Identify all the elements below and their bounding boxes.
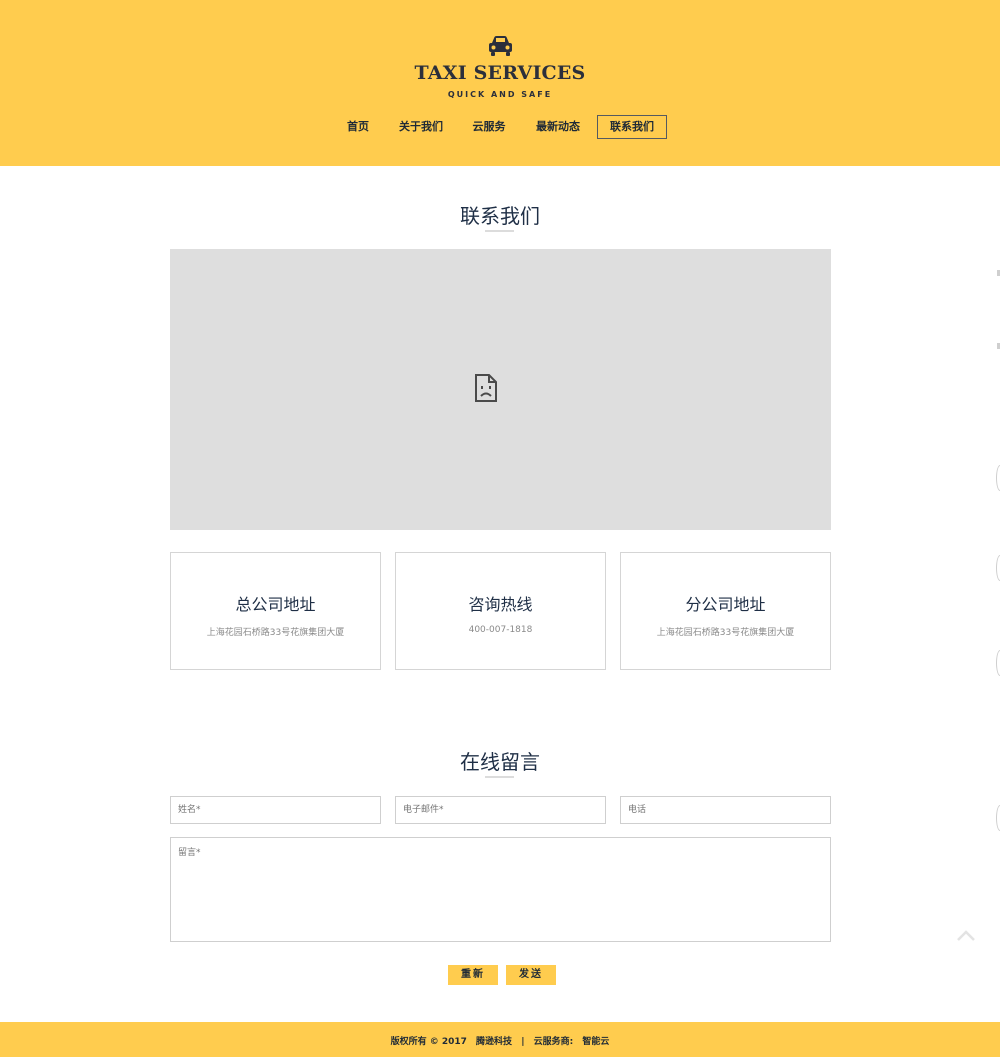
message-field[interactable] (170, 837, 831, 942)
phone-field[interactable] (620, 796, 831, 824)
nav-item-home[interactable]: 首页 (340, 115, 376, 139)
edge-decoration (996, 805, 1000, 831)
info-box-title: 咨询热线 (468, 595, 533, 614)
nav-item-news[interactable]: 最新动态 (531, 115, 585, 139)
edge-decoration (996, 555, 1000, 581)
main-nav: 首页 关于我们 云服务 最新动态 联系我们 (0, 115, 1000, 139)
info-box-hotline: 咨询热线 400-007-1818 (395, 552, 606, 670)
contact-section-title: 联系我们 (460, 204, 540, 228)
nav-item-cloud-service[interactable]: 云服务 (468, 115, 510, 139)
info-box-title: 总公司地址 (235, 595, 316, 614)
info-box-title: 分公司地址 (685, 595, 766, 614)
nav-item-about[interactable]: 关于我们 (395, 115, 447, 139)
edge-decoration (996, 650, 1000, 676)
edge-decoration (996, 465, 1000, 491)
site-title[interactable]: TAXI SERVICES (0, 62, 1000, 84)
footer-separator: | (521, 1037, 525, 1047)
info-box-text: 400-007-1818 (468, 625, 533, 635)
site-header: TAXI SERVICES QUICK AND SAFE 首页 关于我们 云服务… (0, 0, 1000, 166)
send-button[interactable]: 发送 (506, 965, 556, 985)
footer-provider[interactable]: 智能云 (582, 1037, 609, 1047)
map-frame[interactable] (170, 249, 831, 530)
footer-provider-label: 云服务商: (533, 1037, 574, 1047)
info-box-branch: 分公司地址 上海花园石桥路33号花旗集团大厦 (620, 552, 831, 670)
broken-image-icon (475, 374, 497, 402)
footer-company[interactable]: 腾逊科技 (476, 1037, 512, 1047)
message-section-title: 在线留言 (460, 750, 540, 774)
chevron-up-icon[interactable] (956, 928, 976, 942)
name-field[interactable] (170, 796, 381, 824)
footer-text: 版权所有 © 2017 腾逊科技 | 云服务商: 智能云 (0, 1034, 1000, 1047)
site-footer: 版权所有 © 2017 腾逊科技 | 云服务商: 智能云 (0, 1022, 1000, 1057)
info-box-headquarters: 总公司地址 上海花园石桥路33号花旗集团大厦 (170, 552, 381, 670)
email-field[interactable] (395, 796, 606, 824)
info-box-text: 上海花园石桥路33号花旗集团大厦 (206, 628, 345, 638)
site-tagline: QUICK AND SAFE (447, 90, 553, 99)
title-divider (485, 230, 514, 232)
title-divider (485, 776, 514, 778)
nav-item-contact[interactable]: 联系我们 (597, 115, 667, 139)
reset-button[interactable]: 重新 (448, 965, 498, 985)
info-box-text: 上海花园石桥路33号花旗集团大厦 (656, 628, 795, 638)
taxi-car-icon (489, 36, 512, 56)
footer-copyright: 版权所有 © 2017 (390, 1037, 467, 1047)
